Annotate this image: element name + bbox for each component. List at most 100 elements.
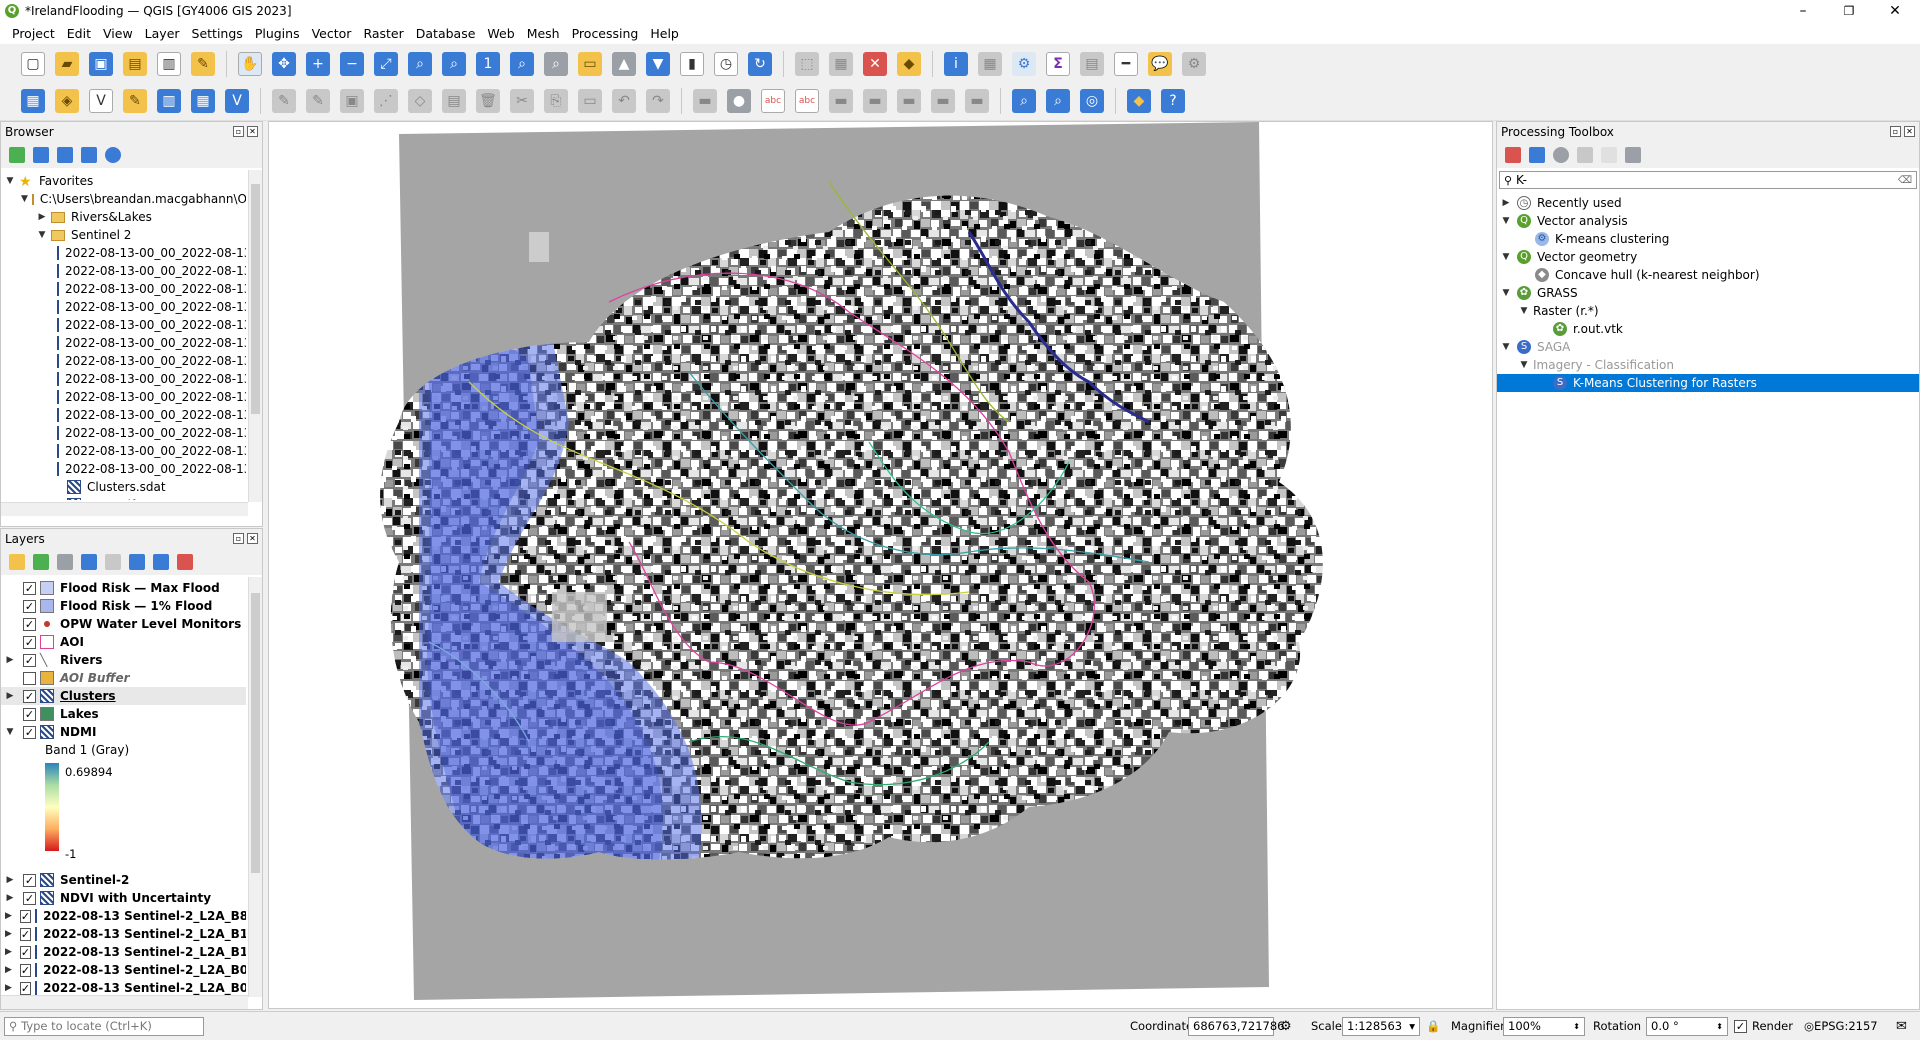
new-map-view-icon[interactable]: ▭ — [578, 51, 602, 76]
history-icon[interactable] — [1553, 147, 1569, 163]
filter-icon[interactable] — [57, 147, 73, 163]
layer-visibility-checkbox[interactable]: ✓ — [19, 945, 32, 959]
locator-settings-icon[interactable]: ⚙ — [1182, 51, 1206, 76]
layer-visibility-checkbox[interactable]: ✓ — [23, 689, 36, 703]
python-console-icon[interactable]: ◆ — [1127, 88, 1151, 113]
toolbox-item[interactable]: ▼ Raster (r.*) — [1497, 302, 1919, 320]
undo-icon[interactable]: ↶ — [612, 88, 636, 113]
toolbox-item[interactable]: ◆ Concave hull (k-nearest neighbor) — [1497, 266, 1919, 284]
zoom-last-icon[interactable]: ⌕ — [510, 51, 534, 76]
zoom-next-icon[interactable]: ⌕ — [544, 51, 568, 76]
redo-icon[interactable]: ↷ — [646, 88, 670, 113]
show-unplaced-labels-icon[interactable]: abc — [795, 88, 819, 113]
refresh-icon[interactable] — [33, 147, 49, 163]
collapse-all-icon[interactable] — [81, 147, 97, 163]
menu-settings[interactable]: Settings — [186, 26, 249, 41]
layer-item[interactable]: ▶ ✓ Sentinel-2 — [1, 871, 246, 889]
browser-item[interactable]: 2022-08-13-00_00_2022-08-13 — [1, 280, 246, 298]
layer-visibility-checkbox[interactable]: ✓ — [23, 653, 36, 667]
browser-item[interactable]: 2022-08-13-00_00_2022-08-13 — [1, 244, 246, 262]
expand-arrow-icon[interactable]: ▶ — [5, 947, 12, 957]
clear-search-icon[interactable]: ⌫ — [1898, 175, 1912, 186]
expand-arrow-icon[interactable]: ▶ — [5, 983, 12, 993]
layer-item[interactable]: ▶ ✓ ╲ Rivers — [1, 651, 246, 669]
pin-labels-icon[interactable]: ▬ — [863, 88, 887, 113]
temporal-controller-icon[interactable]: ◷ — [714, 51, 738, 76]
layer-visibility-checkbox[interactable]: ✓ — [19, 963, 32, 977]
layer-item[interactable]: ✓ Flood Risk — Max Flood — [1, 579, 246, 597]
layers-hscroll[interactable] — [1, 995, 248, 1009]
crs-button[interactable]: ◎EPSG:2157 — [1804, 1017, 1878, 1036]
new-geopackage-layer-icon[interactable]: ◈ — [55, 88, 79, 113]
close-panel-icon[interactable]: ✕ — [247, 533, 258, 544]
scale-field[interactable]: 1:128563 ▾ — [1342, 1017, 1420, 1036]
pan-icon[interactable]: ✋ — [238, 51, 262, 76]
layer-labeling-icon[interactable]: abc — [761, 88, 785, 113]
data-source-manager-icon[interactable]: ▦ — [21, 88, 45, 113]
toolbox-item[interactable]: ⚙ K-means clustering — [1497, 230, 1919, 248]
browser-item[interactable]: 2022-08-13-00_00_2022-08-13 — [1, 406, 246, 424]
float-panel-icon[interactable]: ▫ — [1890, 126, 1901, 137]
edit-features-in-place-icon[interactable] — [1601, 147, 1617, 163]
browser-item[interactable]: ▼ C:\Users\breandan.macgabhann\On — [1, 190, 246, 208]
menu-processing[interactable]: Processing — [566, 26, 645, 41]
menu-edit[interactable]: Edit — [61, 26, 97, 41]
layer-item[interactable]: ✓ AOI — [1, 633, 246, 651]
processing-toolbox-icon[interactable]: ⚙ — [1012, 51, 1036, 76]
browser-item[interactable]: 2022-08-13-00_00_2022-08-13 — [1, 442, 246, 460]
float-panel-icon[interactable]: ▫ — [233, 126, 244, 137]
menu-database[interactable]: Database — [410, 26, 482, 41]
save-edits-icon[interactable]: ▣ — [340, 88, 364, 113]
menu-mesh[interactable]: Mesh — [521, 26, 566, 41]
expand-arrow-icon[interactable]: ▼ — [1501, 252, 1511, 262]
layer-item[interactable]: ▶ ✓ 2022-08-13 Sentinel-2_L2A_B09 — [1, 961, 246, 979]
sentinel-hub-icon[interactable]: ◎ — [1080, 88, 1104, 113]
new-virtual-layer-icon[interactable]: ▥ — [157, 88, 181, 113]
expand-arrow-icon[interactable]: ▼ — [21, 194, 28, 204]
toolbox-item[interactable]: ▼ Q Vector geometry — [1497, 248, 1919, 266]
toolbox-item[interactable]: ▼ S SAGA — [1497, 338, 1919, 356]
move-label-icon[interactable]: ▬ — [931, 88, 955, 113]
expand-arrow-icon[interactable]: ▼ — [1501, 342, 1511, 352]
expand-arrow-icon[interactable]: ▶ — [5, 875, 15, 885]
current-edits-icon[interactable]: ✎ — [272, 88, 296, 113]
map-canvas[interactable] — [268, 121, 1493, 1009]
zoom-native-icon[interactable]: 1 — [476, 51, 500, 76]
properties-icon[interactable] — [105, 147, 121, 163]
map-tips-icon[interactable]: 💬 — [1148, 51, 1172, 76]
save-project-icon[interactable]: ▣ — [89, 51, 113, 76]
pan-to-selection-icon[interactable]: ✥ — [272, 51, 296, 76]
menu-help[interactable]: Help — [644, 26, 685, 41]
toolbox-item[interactable]: S K-Means Clustering for Rasters — [1497, 374, 1919, 392]
menu-vector[interactable]: Vector — [306, 26, 358, 41]
deselect-all-icon[interactable]: ✕ — [863, 51, 887, 76]
cut-features-icon[interactable]: ✂ — [510, 88, 534, 113]
expand-arrow-icon[interactable]: ▶ — [37, 212, 47, 222]
layer-item[interactable]: ▼ ✓ NDMI — [1, 723, 246, 741]
expand-arrow-icon[interactable]: ▶ — [5, 911, 12, 921]
metasearch-results-icon[interactable]: ⌕ — [1046, 88, 1070, 113]
browser-item[interactable]: 2022-08-13-00_00_2022-08-13 — [1, 424, 246, 442]
copy-features-icon[interactable]: ⎘ — [544, 88, 568, 113]
expand-arrow-icon[interactable]: ▶ — [5, 965, 12, 975]
toolbox-item[interactable]: ✿ r.out.vtk — [1497, 320, 1919, 338]
toolbox-item[interactable]: ▶ ◷ Recently used — [1497, 194, 1919, 212]
toolbox-item[interactable]: ▼ Imagery - Classification — [1497, 356, 1919, 374]
digitize-icon[interactable]: ⋰ — [374, 88, 398, 113]
layer-visibility-checkbox[interactable]: ✓ — [23, 617, 36, 631]
refresh-icon[interactable]: ↻ — [748, 51, 772, 76]
zoom-full-icon[interactable]: ⤢ — [374, 51, 398, 76]
layer-item[interactable]: ✓ Flood Risk — 1% Flood — [1, 597, 246, 615]
browser-item[interactable]: 2022-08-13-00_00_2022-08-13 — [1, 334, 246, 352]
layer-item[interactable]: ▶ ✓ 2022-08-13 Sentinel-2_L2A_B8A — [1, 907, 246, 925]
coordinate-field[interactable]: 686763,721786 — [1188, 1017, 1284, 1036]
menu-web[interactable]: Web — [481, 26, 520, 41]
toggle-extents-icon[interactable]: ⚙ — [1280, 1017, 1292, 1036]
new-3d-view-icon[interactable]: ▲ — [612, 51, 636, 76]
browser-item[interactable]: 2022-08-13-00_00_2022-08-13 — [1, 298, 246, 316]
rotation-field[interactable]: 0.0 ° ⬍ — [1646, 1017, 1728, 1036]
lock-scale-icon[interactable]: 🔒 — [1426, 1017, 1440, 1036]
style-layer-icon[interactable] — [9, 554, 25, 570]
expand-arrow-icon[interactable]: ▶ — [5, 929, 12, 939]
rotate-label-icon[interactable]: ▬ — [965, 88, 989, 113]
